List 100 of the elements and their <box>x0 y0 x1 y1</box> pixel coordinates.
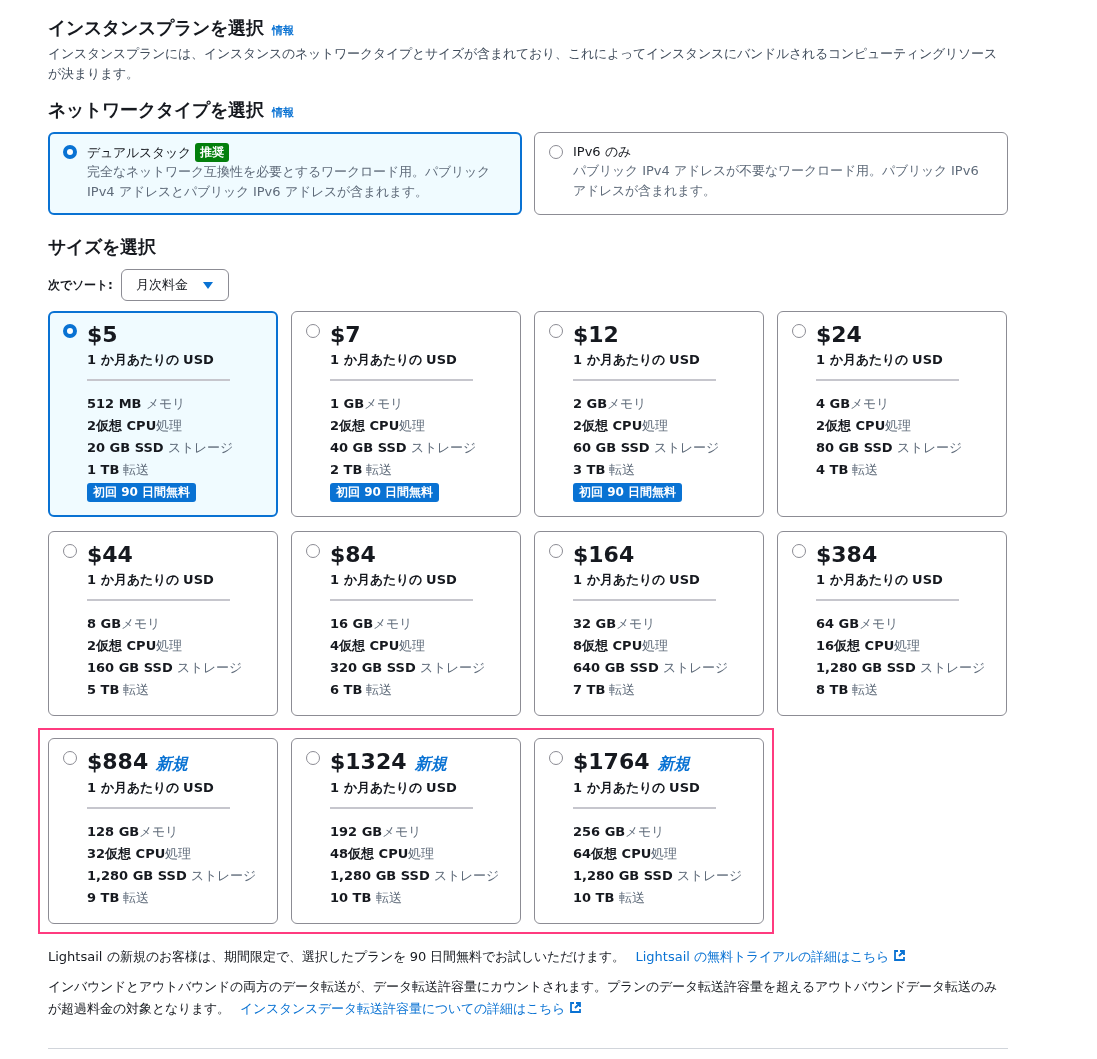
price-period: 1 か月あたりの USD <box>816 571 944 589</box>
radio-button[interactable] <box>63 751 77 765</box>
external-link-icon <box>569 1001 583 1014</box>
plan-spec: 1,280 GB SSD ストレージ <box>573 867 742 885</box>
radio-button[interactable] <box>306 324 320 338</box>
network-option-card[interactable]: IPv6 のみ パブリック IPv4 アドレスが不要なワークロード用。パブリック IPv6 アドレスが含まれます。 <box>534 132 1008 215</box>
plan-card[interactable]: $1764 新規 1 か月あたりの USD 256 GBメモリ 64仮想 CPU処理 1,280 GB SSD ストレージ 10 TB 転送 <box>534 738 764 924</box>
note-text: Lightsail の新規のお客様は、期間限定で、選択したプランを 90 日間無料でお試しいただけます。 Lightsail の無料トライアルの詳細はこちら <box>48 946 1008 968</box>
external-link[interactable]: インスタンスデータ転送許容量についての詳細はこちら <box>240 1001 583 1016</box>
plan-spec: 256 GBメモリ <box>573 823 666 841</box>
section-title: サイズを選択 <box>48 235 157 259</box>
network-option-card[interactable]: デュアルスタック 推奨 完全なネットワーク互換性を必要とするワークロード用。パブリック IPv4 アドレスとパブリック IPv6 アドレスが含まれます。 <box>48 132 522 215</box>
plan-spec: 16仮想 CPU処理 <box>816 637 922 655</box>
radio-button[interactable] <box>549 145 563 159</box>
plan-card[interactable]: $7 1 か月あたりの USD 1 GBメモリ 2仮想 CPU処理 40 GB SSD ストレージ 2 TB 転送 初回 90 日間無料 <box>291 311 521 517</box>
plan-card[interactable]: $12 1 か月あたりの USD 2 GBメモリ 2仮想 CPU処理 60 GB SSD ストレージ 3 TB 転送 初回 90 日間無料 <box>534 311 764 517</box>
option-description: パブリック IPv4 アドレスが不要なワークロード用。パブリック IPv6 アドレスが含まれます。 <box>573 162 980 200</box>
radio-button[interactable] <box>63 544 77 558</box>
plan-price: $24 <box>816 322 862 347</box>
plan-card[interactable]: $1324 新規 1 か月あたりの USD 192 GBメモリ 48仮想 CPU処理 1,280 GB SSD ストレージ 10 TB 転送 <box>291 738 521 924</box>
plan-card[interactable]: $884 新規 1 か月あたりの USD 128 GBメモリ 32仮想 CPU処理 1,280 GB SSD ストレージ 9 TB 転送 <box>48 738 278 924</box>
plan-spec: 8 GBメモリ <box>87 615 162 633</box>
radio-button[interactable] <box>63 324 77 338</box>
plan-spec: 5 TB 転送 <box>87 681 151 699</box>
plan-price: $5 <box>87 322 118 347</box>
plan-spec: 2仮想 CPU処理 <box>87 417 184 435</box>
plan-spec: 48仮想 CPU処理 <box>330 845 436 863</box>
plan-spec: 1,280 GB SSD ストレージ <box>816 659 985 677</box>
price-period: 1 か月あたりの USD <box>573 571 701 589</box>
plan-spec: 640 GB SSD ストレージ <box>573 659 728 677</box>
plan-spec: 2仮想 CPU処理 <box>330 417 427 435</box>
recommended-badge: 推奨 <box>195 143 229 162</box>
section-title: インスタンスプランを選択 <box>48 16 264 40</box>
price-period: 1 か月あたりの USD <box>330 779 458 797</box>
radio-button[interactable] <box>63 145 77 159</box>
radio-button[interactable] <box>792 324 806 338</box>
plan-spec: 4 TB 転送 <box>816 461 880 479</box>
radio-button[interactable] <box>306 544 320 558</box>
plan-spec: 80 GB SSD ストレージ <box>816 439 962 457</box>
price-period: 1 か月あたりの USD <box>87 571 215 589</box>
plan-spec: 320 GB SSD ストレージ <box>330 659 485 677</box>
plan-card[interactable]: $5 1 か月あたりの USD 512 MB メモリ 2仮想 CPU処理 20 GB SSD ストレージ 1 TB 転送 初回 90 日間無料 <box>48 311 278 517</box>
free-trial-badge: 初回 90 日間無料 <box>330 483 440 502</box>
info-link[interactable]: 情報 <box>272 23 294 38</box>
radio-button[interactable] <box>549 544 563 558</box>
new-tag: 新規 <box>657 754 690 775</box>
plan-spec: 2 TB 転送 <box>330 461 394 479</box>
plan-spec: 1 TB 転送 <box>87 461 151 479</box>
radio-button[interactable] <box>792 544 806 558</box>
price-period: 1 か月あたりの USD <box>330 351 458 369</box>
plan-spec: 8 TB 転送 <box>816 681 880 699</box>
plan-spec: 9 TB 転送 <box>87 889 151 907</box>
plan-spec: 4仮想 CPU処理 <box>330 637 427 655</box>
plan-price: $44 <box>87 542 133 567</box>
price-period: 1 か月あたりの USD <box>87 351 215 369</box>
plan-spec: 6 TB 転送 <box>330 681 394 699</box>
plan-price: $384 <box>816 542 878 567</box>
plan-card[interactable]: $24 1 か月あたりの USD 4 GBメモリ 2仮想 CPU処理 80 GB SSD ストレージ 4 TB 転送 <box>777 311 1007 517</box>
option-description: 完全なネットワーク互換性を必要とするワークロード用。パブリック IPv4 アドレスとパブリック IPv6 アドレスが含まれます。 <box>87 163 491 201</box>
plan-spec: 3 TB 転送 <box>573 461 637 479</box>
free-trial-badge: 初回 90 日間無料 <box>573 483 683 502</box>
radio-button[interactable] <box>549 751 563 765</box>
price-period: 1 か月あたりの USD <box>87 779 215 797</box>
plan-card[interactable]: $44 1 か月あたりの USD 8 GBメモリ 2仮想 CPU処理 160 GB SSD ストレージ 5 TB 転送 <box>48 531 278 716</box>
plan-spec: 10 TB 転送 <box>330 889 403 907</box>
plan-spec: 1,280 GB SSD ストレージ <box>87 867 256 885</box>
plan-card[interactable]: $84 1 か月あたりの USD 16 GBメモリ 4仮想 CPU処理 320 GB SSD ストレージ 6 TB 転送 <box>291 531 521 716</box>
plan-spec: 40 GB SSD ストレージ <box>330 439 476 457</box>
external-link-icon <box>893 949 907 962</box>
plan-spec: 2 GBメモリ <box>573 395 648 413</box>
price-period: 1 か月あたりの USD <box>816 351 944 369</box>
plan-price: $1764 <box>573 749 650 774</box>
plan-spec: 128 GBメモリ <box>87 823 180 841</box>
sort-dropdown[interactable]: 月次料金 <box>120 269 229 301</box>
plan-spec: 60 GB SSD ストレージ <box>573 439 719 457</box>
new-tag: 新規 <box>156 754 189 775</box>
plan-spec: 10 TB 転送 <box>573 889 646 907</box>
plan-price: $7 <box>330 322 361 347</box>
plan-spec: 64仮想 CPU処理 <box>573 845 679 863</box>
price-period: 1 か月あたりの USD <box>573 351 701 369</box>
plan-spec: 32 GBメモリ <box>573 615 657 633</box>
plan-spec: 7 TB 転送 <box>573 681 637 699</box>
price-period: 1 か月あたりの USD <box>573 779 701 797</box>
radio-button[interactable] <box>306 751 320 765</box>
new-tag: 新規 <box>414 754 447 775</box>
caret-icon <box>201 280 214 290</box>
plan-spec: 2仮想 CPU処理 <box>573 417 670 435</box>
note-text: インバウンドとアウトバウンドの両方のデータ転送が、データ転送許容量にカウントされます。プランのデータ転送許容量を超えるアウトバウンドデータ転送のみが超過料金の対象となります。 インスタンスデータ転送許容量についての詳細はこちら <box>48 978 998 1018</box>
plan-spec: 20 GB SSD ストレージ <box>87 439 233 457</box>
radio-button[interactable] <box>549 324 563 338</box>
plan-spec: 32仮想 CPU処理 <box>87 845 193 863</box>
plan-spec: 16 GBメモリ <box>330 615 414 633</box>
plan-card[interactable]: $164 1 か月あたりの USD 32 GBメモリ 8仮想 CPU処理 640 GB SSD ストレージ 7 TB 転送 <box>534 531 764 716</box>
plan-spec: 512 MB メモリ <box>87 395 186 413</box>
info-link[interactable]: 情報 <box>272 105 294 120</box>
external-link[interactable]: Lightsail の無料トライアルの詳細はこちら <box>635 949 907 964</box>
plan-spec: 1 GBメモリ <box>330 395 405 413</box>
plan-spec: 8仮想 CPU処理 <box>573 637 670 655</box>
plan-card[interactable]: $384 1 か月あたりの USD 64 GBメモリ 16仮想 CPU処理 1,280 GB SSD ストレージ 8 TB 転送 <box>777 531 1007 716</box>
plan-price: $164 <box>573 542 635 567</box>
